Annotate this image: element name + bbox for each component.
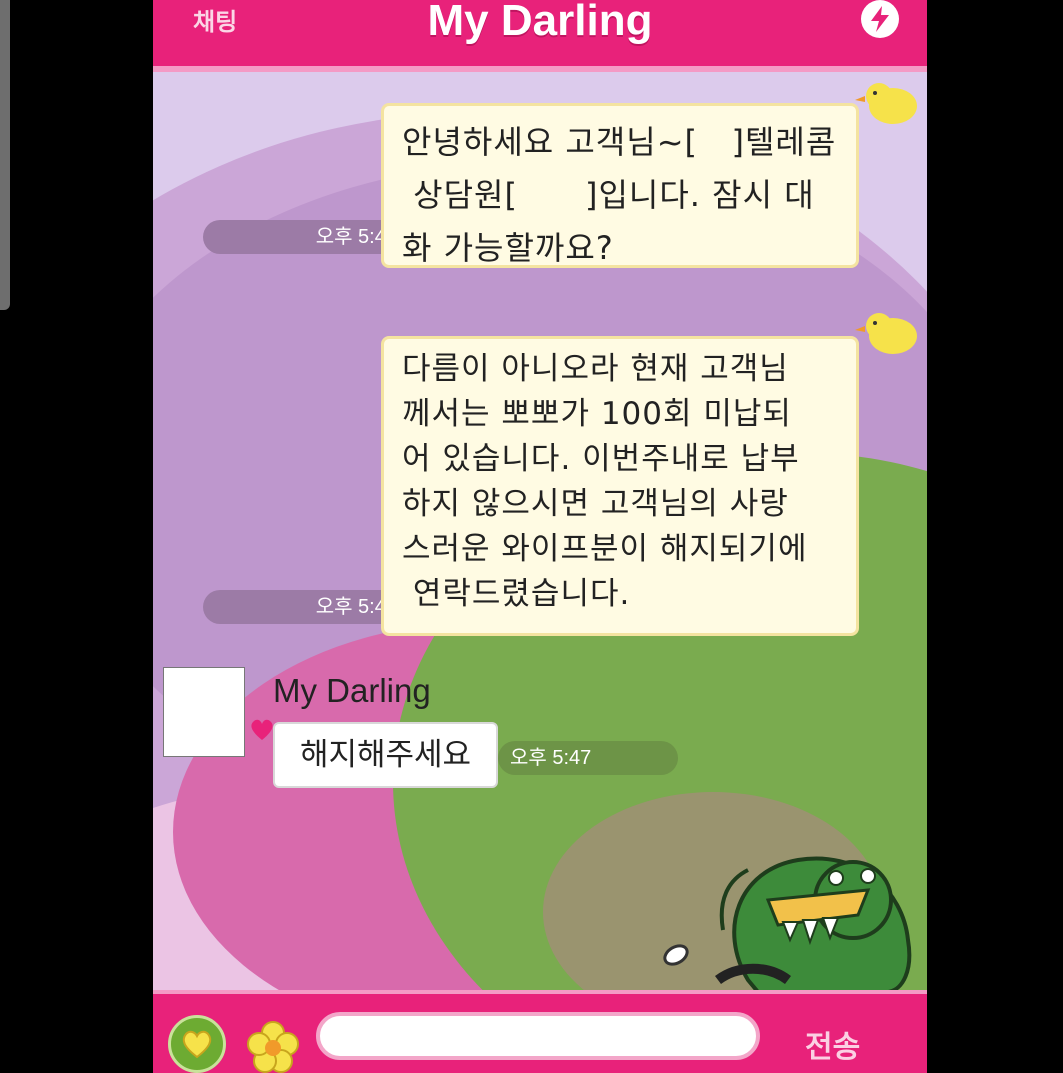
chick-icon [855, 83, 917, 124]
message-text: 어 있습니다. 이번주내로 납부 [402, 441, 800, 477]
message-text: 하지 않으시면 고객님의 사랑 [402, 486, 789, 522]
message-text: 다름이 아니오라 현재 고객님 [402, 351, 789, 387]
message-bubble-outgoing[interactable]: 다름이 아니오라 현재 고객님께서는 뽀뽀가 100회 미납되어 있습니다. 이… [381, 336, 859, 636]
message-text: 화 가능할까요? [402, 229, 614, 267]
message-bubble-incoming[interactable]: 해지해주세요 [273, 722, 498, 788]
message-time: 오후 5:47 [498, 741, 678, 775]
flower-icon[interactable] [246, 1020, 300, 1073]
message-line: 연락드렸습니다. [402, 572, 840, 617]
message-bubble-outgoing[interactable]: 안녕하세요 고객님~[ ]텔레콤 상담원[ ]입니다. 잠시 대화 가능할까요? [381, 103, 859, 268]
message-line: 하지 않으시면 고객님의 사랑 [402, 482, 840, 527]
composer-bar: 전송 [153, 990, 927, 1073]
message-line: 스러운 와이프분이 해지되기에 [402, 527, 840, 572]
heart-icon [182, 1030, 212, 1059]
message-input[interactable] [316, 1012, 760, 1060]
sender-avatar[interactable] [163, 667, 245, 757]
message-text: 안녕하세요 고객님~[ ]텔레콤 [402, 123, 837, 161]
chat-app: 채팅 My Darling 오후 5:45 안녕하세요 고객님~[ ]텔레콤 상… [153, 0, 927, 1073]
message-line: 어 있습니다. 이번주내로 납부 [402, 437, 840, 482]
sender-name: My Darling [273, 672, 431, 709]
message-text: 스러운 와이프분이 해지되기에 [402, 531, 808, 567]
side-edge-tab [0, 0, 10, 310]
chick-icon [855, 313, 917, 354]
message-text: 연락드렸습니다. [402, 576, 631, 612]
message-line: 상담원[ ]입니다. 잠시 대 [402, 169, 840, 222]
lightning-icon[interactable] [861, 0, 899, 38]
dinosaur-character-icon [663, 856, 912, 992]
message-text: 께서는 뽀뽀가 100회 미납되 [402, 396, 792, 432]
message-line: 화 가능할까요? [402, 222, 840, 275]
chat-header: 채팅 My Darling [153, 0, 927, 72]
heart-button[interactable] [168, 1015, 226, 1073]
chat-title: My Darling [427, 0, 653, 45]
message-line: 다름이 아니오라 현재 고객님 [402, 347, 840, 392]
heart-icon [251, 719, 273, 740]
message-line: 께서는 뽀뽀가 100회 미납되 [402, 392, 840, 437]
message-line: 안녕하세요 고객님~[ ]텔레콤 [402, 116, 840, 169]
send-button[interactable]: 전송 [805, 1022, 860, 1066]
message-text: 상담원[ ]입니다. 잠시 대 [402, 176, 815, 214]
